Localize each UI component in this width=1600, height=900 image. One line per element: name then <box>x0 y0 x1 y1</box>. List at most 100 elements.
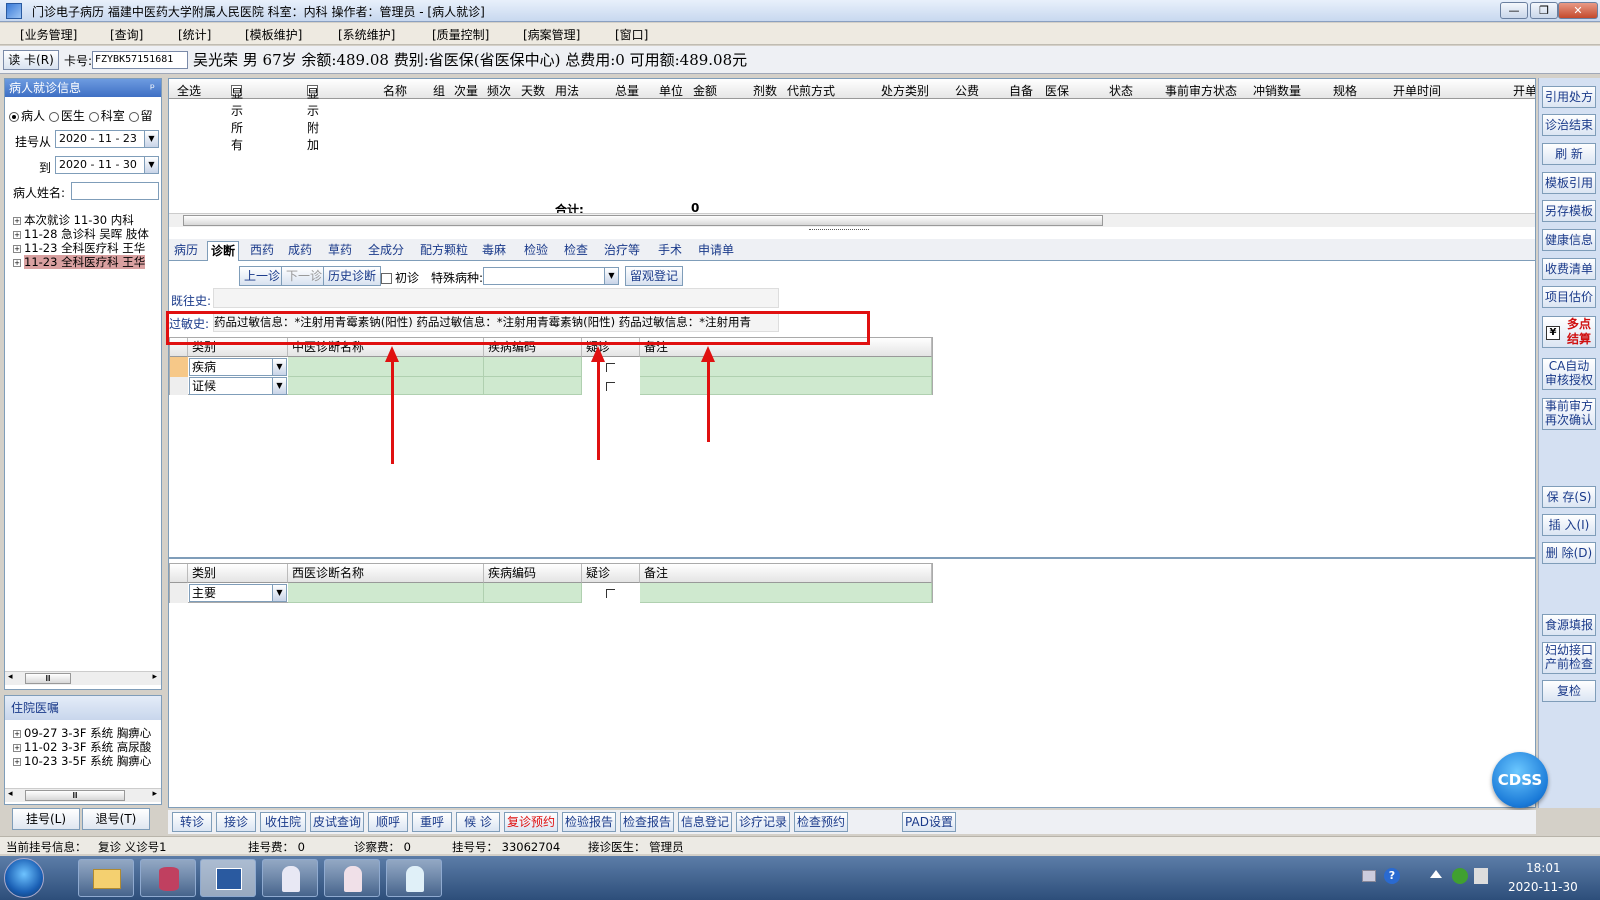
tab-request[interactable]: 申请单 <box>695 241 737 261</box>
remark-cell[interactable] <box>640 357 932 377</box>
admit-button[interactable]: 收住院 <box>260 812 306 832</box>
help-icon[interactable]: ? <box>1384 868 1400 884</box>
tab-narcotic[interactable]: 毒麻 <box>479 241 509 261</box>
inpatient-scrollbar[interactable]: ◂ Ⅲ ▸ <box>5 788 161 802</box>
tab-granules[interactable]: 配方颗粒 <box>417 241 471 261</box>
patient-name-input[interactable] <box>71 182 159 200</box>
emr-app-icon[interactable] <box>200 859 256 897</box>
tray-expand-icon[interactable] <box>1430 870 1442 878</box>
quote-prescription-button[interactable]: 引用处方 <box>1542 86 1596 108</box>
left-scrollbar[interactable]: ◂ Ⅲ ▸ <box>5 671 161 685</box>
tree-item[interactable]: +11-28 急诊科 吴晖 肢体 <box>13 227 161 241</box>
refresh-button[interactable]: 刷 新 <box>1542 143 1596 165</box>
tree-item[interactable]: +09-27 3-3F 系统 胸痹心 <box>13 726 161 740</box>
pre-audit-confirm-button[interactable]: 事前审方再次确认 <box>1542 398 1596 430</box>
suspected-cell[interactable] <box>582 377 640 395</box>
pad-settings-button[interactable]: PAD设置 <box>902 812 956 832</box>
call-next-button[interactable]: 顺呼 <box>368 812 408 832</box>
scroll-right-icon[interactable]: ▸ <box>152 789 157 799</box>
menu-window[interactable]: [窗口] <box>615 26 648 43</box>
read-card-button[interactable]: 读 卡(R) <box>3 50 59 70</box>
ca-auto-audit-button[interactable]: CA自动审核授权 <box>1542 358 1596 390</box>
template-quote-button[interactable]: 模板引用 <box>1542 172 1596 194</box>
select-all[interactable]: 全选 <box>177 82 201 99</box>
finish-visit-button[interactable]: 诊治结束 <box>1542 114 1596 136</box>
tab-exam[interactable]: 检查 <box>561 241 591 261</box>
food-source-button[interactable]: 食源填报 <box>1542 614 1596 636</box>
tab-full-ingredient[interactable]: 全成分 <box>365 241 407 261</box>
suspected-cell[interactable] <box>582 583 640 603</box>
card-number-field[interactable]: FZYBK57151681 <box>92 51 188 69</box>
disease-code-cell[interactable] <box>484 583 582 603</box>
doctor-icon[interactable] <box>262 859 318 897</box>
pin-icon[interactable]: ᵖ <box>150 79 155 97</box>
splitter[interactable] <box>809 229 869 235</box>
tree-item[interactable]: +10-23 3-5F 系统 胸痹心 <box>13 754 161 768</box>
category-select[interactable]: 证候 ▼ <box>189 377 287 395</box>
scroll-left-icon[interactable]: ◂ <box>8 789 13 799</box>
tab-surgery[interactable]: 手术 <box>655 241 685 261</box>
tab-patent[interactable]: 成药 <box>285 241 315 261</box>
category-select[interactable]: 疾病 ▼ <box>189 358 287 376</box>
insert-button[interactable]: 插 入(I) <box>1542 514 1596 536</box>
flag-icon[interactable] <box>1474 868 1488 884</box>
item-estimate-button[interactable]: 项目估价 <box>1542 286 1596 308</box>
tcm-name-cell[interactable] <box>288 377 484 395</box>
observation-register-button[interactable]: 留观登记 <box>625 266 684 286</box>
keyboard-icon[interactable] <box>1362 870 1376 882</box>
close-button[interactable]: ✕ <box>1558 2 1598 19</box>
scroll-left-icon[interactable]: ◂ <box>8 672 13 682</box>
network-icon[interactable] <box>1452 868 1468 884</box>
scroll-thumb[interactable]: Ⅲ <box>25 673 71 684</box>
info-register-button[interactable]: 信息登记 <box>678 812 732 832</box>
history-diagnosis-button[interactable]: 历史诊断 <box>323 266 382 286</box>
save-template-button[interactable]: 另存模板 <box>1542 200 1596 222</box>
nurse-icon[interactable] <box>324 859 380 897</box>
pharmacist-icon[interactable] <box>386 859 442 897</box>
radio-stay[interactable]: 留 <box>128 109 153 123</box>
prescription-scrollbar[interactable] <box>169 213 1535 227</box>
menu-template[interactable]: [模板维护] <box>245 26 302 43</box>
disease-code-cell[interactable] <box>484 357 582 377</box>
tree-item-selected[interactable]: +11-23 全科医疗科 王华 <box>13 255 161 269</box>
radio-department[interactable]: 科室 <box>88 109 125 123</box>
tree-item[interactable]: + 本次就诊 11-30 内科 <box>13 213 161 227</box>
exam-appointment-button[interactable]: 检查预约 <box>794 812 848 832</box>
to-date-picker[interactable]: 2020 - 11 - 30 ▼ <box>55 156 159 174</box>
western-name-cell[interactable] <box>288 583 484 603</box>
multi-point-settlement-button[interactable]: ¥ 多点结算 <box>1542 316 1596 348</box>
maximize-button[interactable]: ❐ <box>1530 2 1558 19</box>
splitter[interactable] <box>169 557 1535 559</box>
register-button[interactable]: 挂号(L) <box>12 808 80 830</box>
menu-business[interactable]: [业务管理] <box>20 26 77 43</box>
prev-visit-button[interactable]: 上一诊 <box>239 266 286 286</box>
database-icon[interactable] <box>140 859 196 897</box>
maternal-interface-button[interactable]: 妇幼接口产前检查 <box>1542 642 1596 674</box>
first-visit-checkbox[interactable]: 初诊 <box>381 269 419 286</box>
tab-record[interactable]: 病历 <box>171 241 201 261</box>
tab-herbal[interactable]: 草药 <box>325 241 355 261</box>
tab-western[interactable]: 西药 <box>247 241 277 261</box>
radio-doctor[interactable]: 医生 <box>48 109 85 123</box>
menu-quality[interactable]: [质量控制] <box>432 26 489 43</box>
revisit-appointment-button[interactable]: 复诊预约 <box>504 812 558 832</box>
menu-query[interactable]: [查询] <box>110 26 143 43</box>
remark-cell[interactable] <box>640 377 932 395</box>
health-info-button[interactable]: 健康信息 <box>1542 229 1596 251</box>
lab-report-button[interactable]: 检验报告 <box>562 812 616 832</box>
cdss-button[interactable]: CDSS <box>1492 752 1548 808</box>
menu-records[interactable]: [病案管理] <box>523 26 580 43</box>
next-visit-button[interactable]: 下一诊 <box>281 266 328 286</box>
folder-icon[interactable] <box>78 859 134 897</box>
waiting-button[interactable]: 候 诊 <box>456 812 500 832</box>
special-disease-select[interactable]: ▼ <box>483 267 619 285</box>
menu-system[interactable]: [系统维护] <box>338 26 395 43</box>
tab-diagnosis[interactable]: 诊断 <box>207 241 240 261</box>
category-select[interactable]: 主要 ▼ <box>189 584 287 602</box>
minimize-button[interactable]: — <box>1500 2 1528 19</box>
remark-cell[interactable] <box>640 583 932 603</box>
scroll-right-icon[interactable]: ▸ <box>152 672 157 682</box>
charge-list-button[interactable]: 收费清单 <box>1542 258 1596 280</box>
menu-statistics[interactable]: [统计] <box>178 26 211 43</box>
delete-button[interactable]: 删 除(D) <box>1542 542 1596 564</box>
